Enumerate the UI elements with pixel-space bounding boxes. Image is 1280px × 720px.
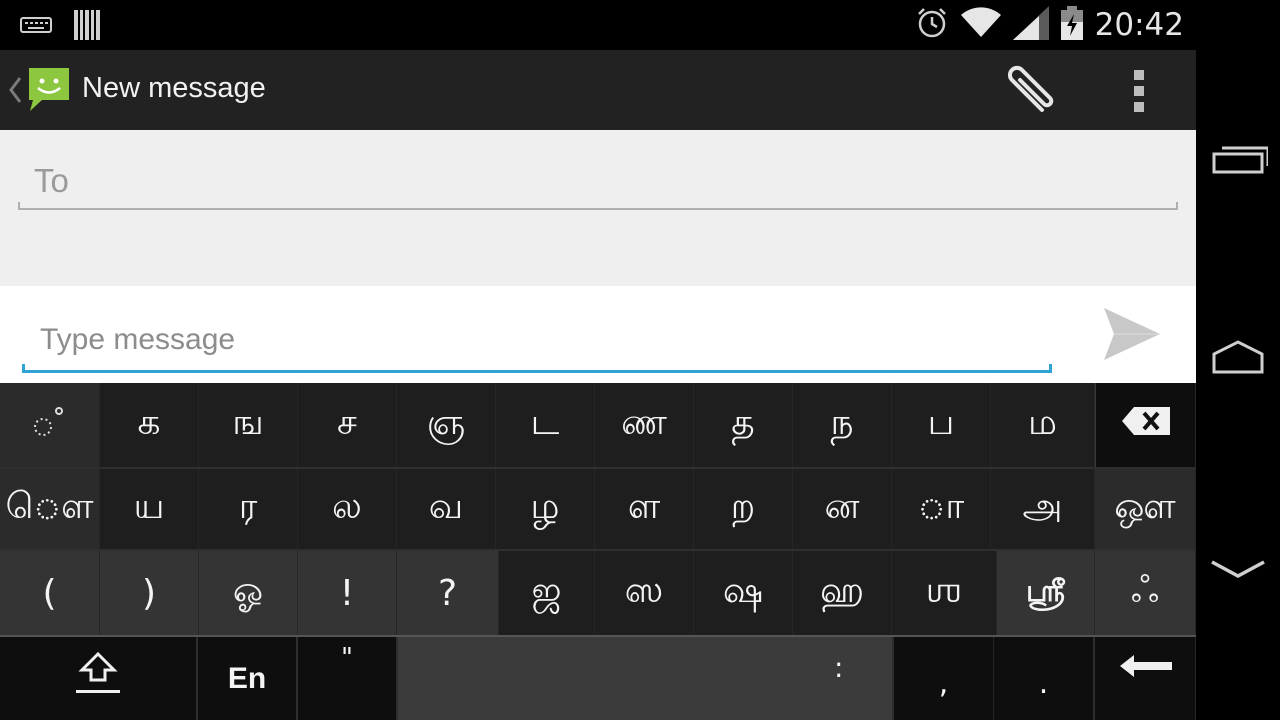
attach-button[interactable] xyxy=(998,64,1060,118)
hide-keyboard-button[interactable] xyxy=(1208,546,1268,596)
key[interactable]: ள xyxy=(595,469,694,549)
navigation-bar xyxy=(1196,0,1280,720)
key[interactable]: ஓ xyxy=(199,551,298,635)
recipient-underline xyxy=(18,202,1178,210)
status-clock: 20:42 xyxy=(1094,7,1184,43)
key[interactable]: ட xyxy=(496,383,595,467)
visarga-icon xyxy=(30,401,70,450)
key[interactable]: ம xyxy=(991,383,1095,467)
key[interactable]: ா xyxy=(892,469,991,549)
key[interactable] xyxy=(0,383,100,467)
key[interactable]: ய xyxy=(100,469,199,549)
key[interactable]: ண xyxy=(595,383,694,467)
key[interactable]: அ xyxy=(991,469,1095,549)
recipient-area: To xyxy=(0,130,1196,286)
home-icon xyxy=(1208,340,1268,388)
paperclip-icon xyxy=(998,65,1060,122)
key[interactable]: ன xyxy=(793,469,892,549)
key[interactable]: ற xyxy=(694,469,793,549)
key[interactable]: ங xyxy=(199,383,298,467)
key[interactable]: ஸ்ரீ xyxy=(997,551,1095,635)
home-button[interactable] xyxy=(1208,334,1268,384)
key[interactable]: வ xyxy=(397,469,496,549)
signal-icon xyxy=(1012,6,1049,44)
key[interactable]: ( xyxy=(0,551,100,635)
shift-icon xyxy=(72,650,124,707)
enter-key[interactable] xyxy=(1095,637,1196,720)
compose-area xyxy=(0,286,1196,383)
key[interactable]: ஸ xyxy=(595,551,694,635)
recent-apps-button[interactable] xyxy=(1208,136,1270,186)
wifi-icon xyxy=(960,7,1001,43)
recipient-input[interactable]: To xyxy=(34,162,69,200)
key[interactable]: த xyxy=(694,383,793,467)
backspace-key[interactable] xyxy=(1095,383,1196,467)
colon-hint: : xyxy=(834,651,844,684)
key[interactable]: ? xyxy=(397,551,499,635)
key[interactable]: ச xyxy=(298,383,397,467)
key[interactable]: ந xyxy=(793,383,892,467)
key[interactable]: ௌ xyxy=(0,469,100,549)
alarm-icon xyxy=(915,6,949,44)
key[interactable]: ப xyxy=(892,383,991,467)
action-bar: New message xyxy=(0,50,1196,131)
hide-keyboard-icon xyxy=(1208,560,1268,600)
recent-apps-icon xyxy=(1208,146,1270,190)
space-key[interactable]: : xyxy=(398,637,894,720)
key[interactable]: ஔ xyxy=(1095,469,1196,549)
key[interactable]: ) xyxy=(100,551,199,635)
backspace-icon xyxy=(1120,405,1172,446)
overflow-menu-button[interactable] xyxy=(1120,66,1160,116)
key[interactable]: ! xyxy=(298,551,397,635)
key[interactable]: ல xyxy=(298,469,397,549)
back-caret-icon[interactable] xyxy=(8,76,22,108)
shift-key[interactable] xyxy=(0,637,198,720)
key[interactable]: ஃ xyxy=(1095,551,1196,635)
send-button[interactable] xyxy=(1100,304,1164,364)
keyboard: க ங ச ஞ ட ண த ந ப ம ௌ ய ர ல வ ழ ள ற ன ா … xyxy=(0,383,1196,720)
quote-key[interactable]: " xyxy=(298,637,398,720)
key[interactable]: ழ xyxy=(496,469,595,549)
page-title: New message xyxy=(82,72,266,104)
key[interactable]: ஜ xyxy=(499,551,595,635)
key[interactable]: ஶ xyxy=(892,551,997,635)
overflow-menu-icon xyxy=(1120,70,1160,120)
comma-key[interactable]: , xyxy=(894,637,994,720)
messaging-app-icon[interactable] xyxy=(26,66,72,116)
key[interactable]: ர xyxy=(199,469,298,549)
key[interactable]: க xyxy=(100,383,199,467)
key[interactable]: ஹ xyxy=(793,551,892,635)
period-key[interactable]: . xyxy=(994,637,1095,720)
message-input[interactable] xyxy=(22,308,1052,372)
send-icon xyxy=(1100,308,1164,368)
status-bar: 20:42 xyxy=(0,0,1196,50)
language-key[interactable]: En xyxy=(198,637,298,720)
key[interactable]: ஷ xyxy=(694,551,793,635)
keyboard-icon xyxy=(20,15,52,39)
barcode-icon xyxy=(74,10,100,44)
key[interactable]: ஞ xyxy=(397,383,496,467)
message-underline xyxy=(22,364,1052,373)
battery-charging-icon xyxy=(1060,6,1083,44)
enter-arrow-icon xyxy=(1116,649,1174,690)
